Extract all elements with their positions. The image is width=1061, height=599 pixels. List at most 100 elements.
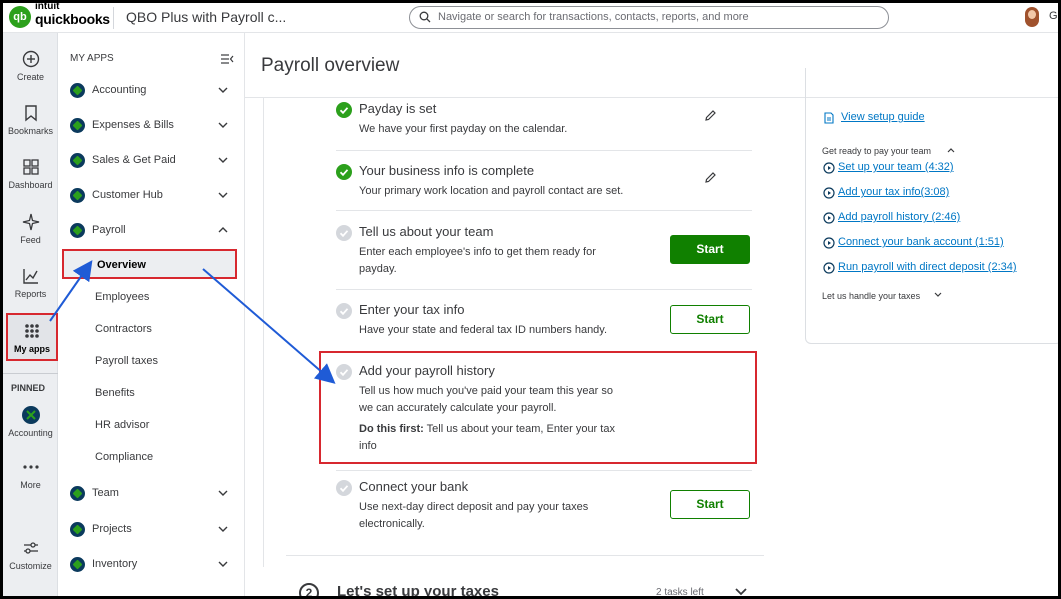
nav-heading: MY APPS (70, 53, 114, 64)
start-connect-bank-button[interactable]: Start (670, 490, 750, 519)
nav-item-inventory[interactable]: Inventory (70, 554, 235, 576)
nav-sub-payroll-taxes[interactable]: Payroll taxes (95, 355, 158, 367)
rail-item-pinned-accounting[interactable]: Accounting (3, 405, 58, 438)
top-bar: qb intuit quickbooks QBO Plus with Payro… (3, 3, 1058, 33)
start-team-button[interactable]: Start (670, 235, 750, 264)
task-payroll-history: Add your payroll history Tell us how muc… (336, 363, 752, 471)
company-name[interactable]: QBO Plus with Payroll c... (126, 9, 286, 25)
left-rail: Create Bookmarks Dashboard Feed Reports … (3, 33, 58, 596)
page-title: Payroll overview (261, 55, 400, 76)
collapse-nav-icon[interactable] (220, 53, 234, 65)
task-description: Use next-day direct deposit and pay your… (359, 499, 588, 533)
video-link-add-tax-info[interactable]: Add your tax info(3:08) (838, 186, 949, 198)
rail-item-more[interactable]: More (3, 457, 58, 490)
check-circle-pending-icon (336, 480, 352, 496)
start-tax-info-button[interactable]: Start (670, 305, 750, 334)
prerequisite-text: Tell us about your team, Enter your tax (423, 423, 615, 435)
logo-quickbooks-text: quickbooks (35, 11, 110, 27)
task-description: We have your first payday on the calenda… (359, 123, 568, 135)
chevron-down-icon (218, 526, 228, 532)
user-initial[interactable]: G (1049, 10, 1058, 22)
chevron-up-icon (218, 227, 228, 233)
check-circle-icon (336, 164, 352, 180)
nav-item-label: Inventory (92, 558, 138, 570)
rail-label: Feed (20, 235, 41, 245)
task-description-line: Enter each employee's info to get them r… (359, 246, 596, 258)
task-title: Enter your tax info (359, 302, 465, 317)
more-dots-icon (22, 465, 39, 469)
nav-sub-hr-advisor[interactable]: HR advisor (95, 419, 149, 431)
play-circle-icon (823, 262, 835, 274)
nav-item-sales-get-paid[interactable]: Sales & Get Paid (70, 150, 235, 172)
rail-label: Dashboard (8, 180, 53, 190)
chevron-down-icon[interactable] (734, 587, 748, 597)
nav-item-label: Projects (92, 523, 132, 535)
video-link-payroll-history[interactable]: Add payroll history (2:46) (838, 211, 960, 223)
video-link-run-payroll[interactable]: Run payroll with direct deposit (2:34) (838, 261, 1017, 273)
chart-line-icon (22, 269, 38, 284)
view-setup-guide-link[interactable]: View setup guide (841, 111, 925, 123)
rail-label: More (20, 480, 41, 490)
video-link-connect-bank[interactable]: Connect your bank account (1:51) (838, 236, 1004, 248)
pencil-icon[interactable] (704, 171, 717, 184)
task-connect-bank: Connect your bank Use next-day direct de… (336, 479, 752, 545)
nav-item-expenses-bills[interactable]: Expenses & Bills (70, 115, 235, 137)
play-circle-icon (823, 237, 835, 249)
nav-item-accounting[interactable]: Accounting (70, 80, 235, 102)
pay-team-heading[interactable]: Get ready to pay your team (822, 146, 931, 156)
pencil-icon[interactable] (704, 109, 717, 122)
chevron-down-icon (218, 87, 228, 93)
section-title[interactable]: Let's set up your taxes (337, 583, 499, 596)
nav-item-team[interactable]: Team (70, 483, 235, 505)
task-description-line: Use next-day direct deposit and pay your… (359, 501, 589, 513)
section-number: 2 (299, 583, 319, 596)
search-icon (419, 11, 431, 23)
task-title: Connect your bank (359, 479, 469, 494)
nav-item-customer-hub[interactable]: Customer Hub (70, 185, 235, 207)
video-link-set-up-team[interactable]: Set up your team (4:32) (838, 161, 954, 173)
team-app-icon (70, 486, 85, 501)
pinned-heading: PINNED (11, 383, 46, 393)
taxes-heading[interactable]: Let us handle your taxes (822, 291, 920, 301)
nav-item-projects[interactable]: Projects (70, 519, 235, 541)
app-window: qb intuit quickbooks QBO Plus with Payro… (0, 0, 1061, 599)
nav-item-label: Customer Hub (92, 189, 163, 201)
nav-sub-overview[interactable]: Overview (62, 249, 237, 279)
nav-sub-compliance[interactable]: Compliance (95, 451, 153, 463)
search-placeholder: Navigate or search for transactions, con… (438, 11, 749, 23)
document-icon (824, 112, 834, 124)
nav-sub-contractors[interactable]: Contractors (95, 323, 152, 335)
dashboard-icon (22, 159, 39, 175)
section-tasks-left: 2 tasks left (656, 587, 704, 598)
top-divider (113, 7, 114, 29)
quickbooks-logo[interactable]: qb intuit quickbooks (9, 3, 110, 29)
nav-sub-overview-label: Overview (97, 259, 146, 271)
task-payday: Payday is set We have your first payday … (336, 101, 752, 151)
task-description-line: electronically. (359, 518, 425, 530)
quickbooks-app-icon (70, 83, 85, 98)
rail-item-customize[interactable]: Customize (3, 538, 58, 571)
avatar[interactable] (1025, 7, 1039, 27)
task-description-line: Tell us how much you've paid your team t… (359, 385, 613, 397)
rail-item-create[interactable]: Create (3, 49, 58, 82)
rail-item-dashboard[interactable]: Dashboard (3, 157, 58, 190)
rail-item-my-apps[interactable]: My apps (6, 313, 58, 361)
apps-nav: MY APPS Accounting Expenses & Bills Sale… (58, 33, 245, 596)
task-business-info: Your business info is complete Your prim… (336, 163, 752, 211)
rail-label: Bookmarks (7, 126, 53, 136)
rail-item-reports[interactable]: Reports (3, 266, 58, 299)
chevron-down-icon[interactable] (933, 290, 943, 300)
task-description: Your primary work location and payroll c… (359, 185, 624, 197)
search-input[interactable]: Navigate or search for transactions, con… (409, 6, 889, 29)
nav-sub-employees[interactable]: Employees (95, 291, 149, 303)
nav-item-payroll[interactable]: Payroll (70, 220, 235, 242)
task-description: Enter each employee's info to get them r… (359, 244, 596, 278)
rail-label: Accounting (8, 428, 53, 438)
chevron-up-icon[interactable] (946, 145, 956, 155)
sliders-icon (23, 542, 38, 554)
bookmark-icon (24, 105, 37, 122)
nav-sub-benefits[interactable]: Benefits (95, 387, 135, 399)
nav-item-label: Accounting (92, 84, 147, 96)
rail-item-bookmarks[interactable]: Bookmarks (3, 103, 58, 136)
rail-item-feed[interactable]: Feed (3, 212, 58, 245)
